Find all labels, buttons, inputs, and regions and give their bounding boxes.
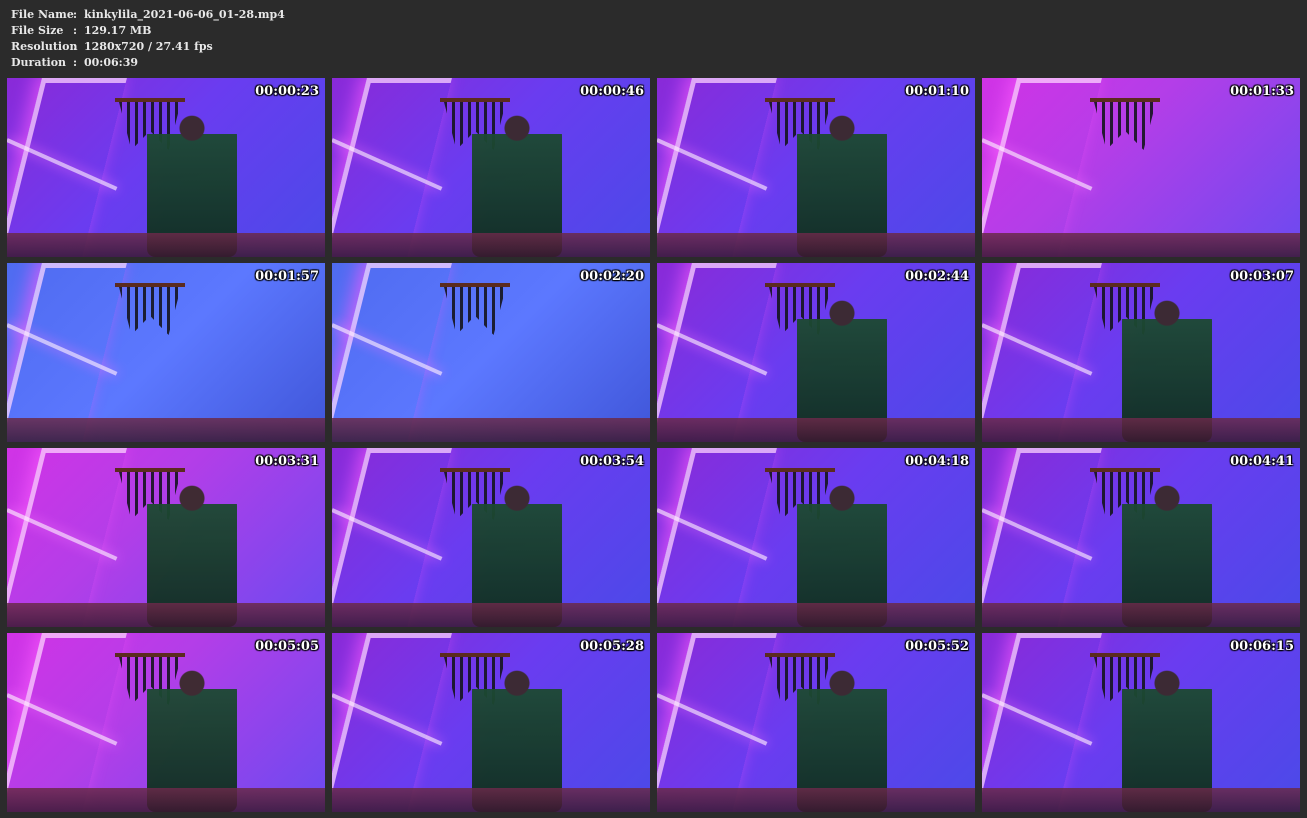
file-name-row: File Name : kinkylila_2021-06-06_01-28.m…	[11, 7, 285, 23]
bed	[657, 788, 975, 812]
hanging-gear	[119, 287, 181, 335]
wall-rack	[115, 283, 185, 287]
timestamp: 00:05:52	[905, 639, 969, 654]
bed	[657, 418, 975, 442]
timestamp: 00:05:28	[580, 639, 644, 654]
bed	[7, 788, 325, 812]
file-size-label: File Size	[11, 24, 64, 37]
timestamp: 00:01:33	[1230, 84, 1294, 99]
thumbnail[interactable]: 00:03:07	[982, 263, 1300, 442]
timestamp: 00:00:23	[255, 84, 319, 99]
bed	[982, 233, 1300, 257]
thumbnail[interactable]: 00:02:20	[332, 263, 650, 442]
file-name-label: File Name	[11, 8, 74, 21]
bed	[7, 418, 325, 442]
duration-value: 00:06:39	[84, 56, 139, 69]
thumbnail[interactable]: 00:01:33	[982, 78, 1300, 257]
bed	[332, 788, 650, 812]
bed	[332, 233, 650, 257]
bed	[982, 603, 1300, 627]
timestamp: 00:03:07	[1230, 269, 1294, 284]
resolution-row: Resolution : 1280x720 / 27.41 fps	[11, 39, 285, 55]
thumbnail[interactable]: 00:05:28	[332, 633, 650, 812]
timestamp: 00:03:31	[255, 454, 319, 469]
timestamp: 00:05:05	[255, 639, 319, 654]
bed	[657, 233, 975, 257]
bed	[982, 418, 1300, 442]
resolution-separator: :	[73, 40, 78, 53]
bed	[982, 788, 1300, 812]
thumbnail[interactable]: 00:06:15	[982, 633, 1300, 812]
duration-row: Duration : 00:06:39	[11, 55, 285, 71]
resolution-value: 1280x720 / 27.41 fps	[84, 40, 213, 53]
thumbnail[interactable]: 00:04:18	[657, 448, 975, 627]
thumbnail[interactable]: 00:00:23	[7, 78, 325, 257]
thumbnail[interactable]: 00:01:57	[7, 263, 325, 442]
timestamp: 00:01:10	[905, 84, 969, 99]
timestamp: 00:02:44	[905, 269, 969, 284]
thumbnail[interactable]: 00:02:44	[657, 263, 975, 442]
file-size-separator: :	[73, 24, 78, 37]
timestamp: 00:04:41	[1230, 454, 1294, 469]
timestamp: 00:04:18	[905, 454, 969, 469]
timestamp: 00:03:54	[580, 454, 644, 469]
resolution-label: Resolution	[11, 40, 78, 53]
timestamp: 00:02:20	[580, 269, 644, 284]
file-size-row: File Size : 129.17 MB	[11, 23, 285, 39]
timestamp: 00:01:57	[255, 269, 319, 284]
duration-label: Duration	[11, 56, 67, 69]
timestamp: 00:06:15	[1230, 639, 1294, 654]
thumbnail[interactable]: 00:00:46	[332, 78, 650, 257]
file-name-separator: :	[73, 8, 78, 21]
thumbnail[interactable]: 00:04:41	[982, 448, 1300, 627]
thumbnail[interactable]: 00:03:31	[7, 448, 325, 627]
bed	[657, 603, 975, 627]
wall-rack	[440, 283, 510, 287]
thumbnail[interactable]: 00:01:10	[657, 78, 975, 257]
thumbnail[interactable]: 00:05:05	[7, 633, 325, 812]
file-size-value: 129.17 MB	[84, 24, 152, 37]
thumbnail-grid: 00:00:23 00:00:46 00:01:10 00:01:33 00:0	[7, 78, 1300, 812]
bed	[7, 603, 325, 627]
bed	[332, 418, 650, 442]
timestamp: 00:00:46	[580, 84, 644, 99]
bed	[332, 603, 650, 627]
file-name-value: kinkylila_2021-06-06_01-28.mp4	[84, 8, 285, 21]
thumbnail[interactable]: 00:05:52	[657, 633, 975, 812]
file-info-panel: File Name : kinkylila_2021-06-06_01-28.m…	[11, 7, 285, 71]
duration-separator: :	[73, 56, 78, 69]
hanging-gear	[444, 287, 506, 335]
thumbnail[interactable]: 00:03:54	[332, 448, 650, 627]
bed	[7, 233, 325, 257]
wall-rack	[1090, 98, 1160, 102]
hanging-gear	[1094, 102, 1156, 150]
